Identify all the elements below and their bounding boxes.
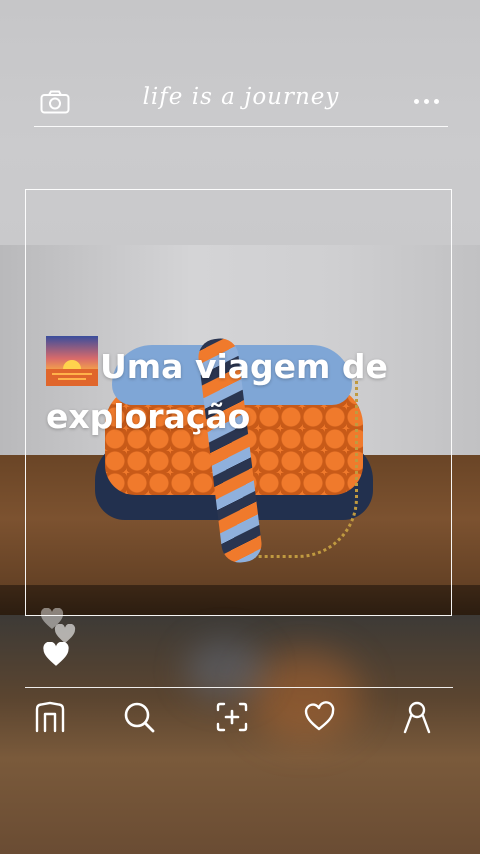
home-icon[interactable]	[32, 700, 68, 734]
app-title: life is a journey	[142, 84, 340, 110]
more-dots-icon[interactable]	[412, 88, 442, 114]
floating-hearts-icon[interactable]	[38, 608, 82, 668]
search-icon[interactable]	[121, 700, 157, 734]
app-header: life is a journey	[34, 80, 448, 127]
heart-icon[interactable]	[302, 700, 338, 734]
sunrise-icon	[46, 336, 98, 386]
nav-divider	[25, 687, 453, 688]
post-caption: Uma viagem de exploração	[46, 336, 446, 442]
profile-icon[interactable]	[399, 700, 435, 734]
add-post-icon[interactable]	[214, 700, 250, 734]
